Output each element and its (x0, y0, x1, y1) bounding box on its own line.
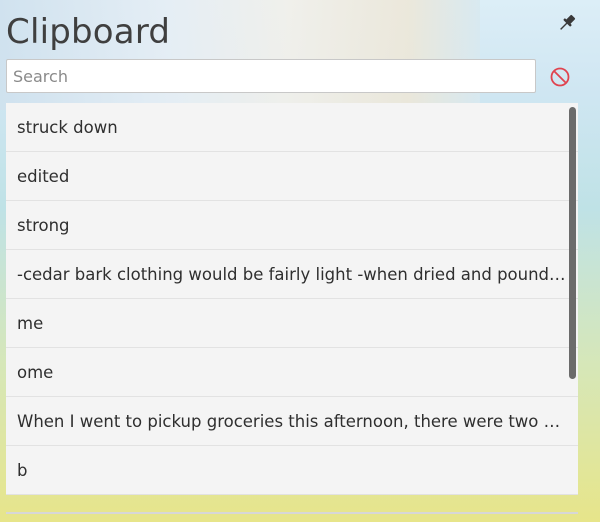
clipboard-list: struck down edited strong -cedar bark cl… (6, 103, 578, 513)
list-item-text: ome (17, 362, 54, 382)
search-input[interactable] (7, 60, 535, 92)
list-item[interactable]: strong (6, 201, 578, 250)
list-bottom-edge (6, 512, 578, 514)
list-item-text: b (17, 460, 28, 480)
clipboard-window: Clipboard struck down edited strong -ced… (0, 0, 600, 522)
scrollbar-thumb[interactable] (569, 107, 576, 379)
list-item[interactable]: edited (6, 152, 578, 201)
list-item-text: strong (17, 215, 70, 235)
list-item-text: edited (17, 166, 70, 186)
window-title: Clipboard (6, 12, 171, 52)
list-item-text: When I went to pickup groceries this aft… (17, 411, 567, 431)
list-item-text: struck down (17, 117, 118, 137)
list-item[interactable]: -cedar bark clothing would be fairly lig… (6, 250, 578, 299)
list-item[interactable]: struck down (6, 103, 578, 152)
list-item-text: me (17, 313, 44, 333)
list-item[interactable]: me (6, 299, 578, 348)
clear-history-icon[interactable] (548, 65, 572, 89)
list-item[interactable]: When I went to pickup groceries this aft… (6, 397, 578, 446)
pin-icon[interactable] (556, 12, 578, 34)
list-item[interactable]: b (6, 446, 578, 495)
search-field[interactable] (6, 59, 536, 93)
list-item[interactable]: ome (6, 348, 578, 397)
scrollbar[interactable] (568, 107, 578, 507)
list-item-text: -cedar bark clothing would be fairly lig… (17, 264, 567, 284)
